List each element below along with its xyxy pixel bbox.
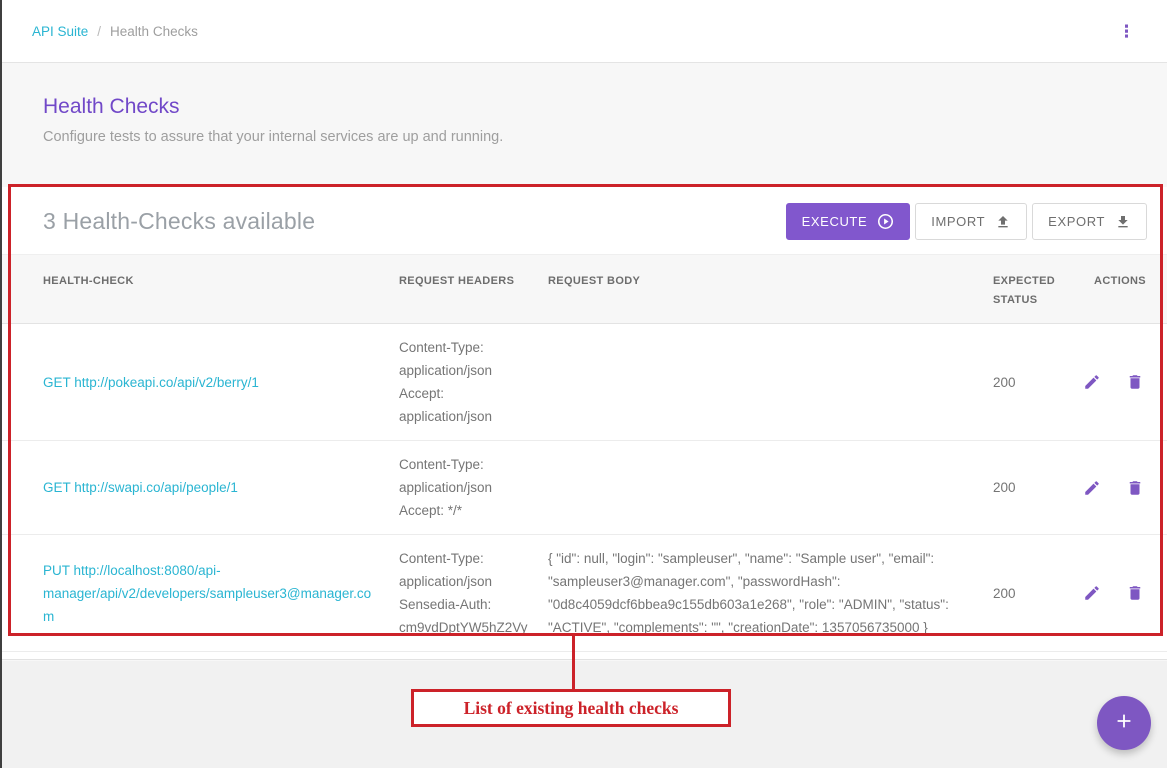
column-header-expected-status: EXPECTED STATUS <box>993 272 1063 310</box>
row-actions <box>1081 584 1167 602</box>
breadcrumb-api-suite[interactable]: API Suite <box>32 24 88 39</box>
play-circle-icon <box>877 213 894 230</box>
request-headers-cell: Content-Type: application/json Accept: a… <box>399 324 548 440</box>
column-header-request-headers: REQUEST HEADERS <box>399 272 548 291</box>
pencil-icon[interactable] <box>1083 373 1101 391</box>
row-actions <box>1081 479 1167 497</box>
expected-status-cell: 200 <box>993 371 1081 394</box>
table-row: GET http://pokeapi.co/api/v2/berry/1 Con… <box>2 324 1167 441</box>
column-header-request-body: REQUEST BODY <box>548 272 993 291</box>
import-button[interactable]: IMPORT <box>915 203 1027 240</box>
trash-icon[interactable] <box>1126 373 1144 391</box>
expected-status-cell: 200 <box>993 582 1081 605</box>
annotation-callout: List of existing health checks <box>411 689 731 727</box>
app-window: API Suite / Health Checks ⋮ Health Check… <box>0 0 1167 768</box>
table-row: GET http://swapi.co/api/people/1 Content… <box>2 441 1167 535</box>
trash-icon[interactable] <box>1126 584 1144 602</box>
table-row: PUT http://localhost:8080/api-manager/ap… <box>2 535 1167 652</box>
annotation-label: List of existing health checks <box>464 698 679 719</box>
export-button[interactable]: EXPORT <box>1032 203 1147 240</box>
health-check-link[interactable]: GET http://pokeapi.co/api/v2/berry/1 <box>43 371 399 394</box>
page-subtitle: Configure tests to assure that your inte… <box>43 129 503 145</box>
page-title: Health Checks <box>43 95 503 119</box>
pencil-icon[interactable] <box>1083 584 1101 602</box>
kebab-menu-icon[interactable]: ⋮ <box>1110 19 1143 44</box>
request-headers-cell: Content-Type: application/json Accept: *… <box>399 441 548 534</box>
breadcrumb-separator: / <box>97 24 101 39</box>
health-check-link[interactable]: PUT http://localhost:8080/api-manager/ap… <box>43 559 399 628</box>
panel-header: 3 Health-Checks available EXECUTE IMPORT… <box>2 187 1167 254</box>
breadcrumb: API Suite / Health Checks <box>32 24 198 39</box>
add-health-check-button[interactable] <box>1097 696 1151 750</box>
top-bar: API Suite / Health Checks ⋮ <box>2 0 1167 63</box>
annotation-connector-line <box>572 636 575 691</box>
page-heading: Health Checks Configure tests to assure … <box>43 95 503 145</box>
panel-actions: EXECUTE IMPORT EXPORT <box>786 203 1147 240</box>
import-button-label: IMPORT <box>931 214 985 229</box>
table-header-row: HEALTH-CHECK REQUEST HEADERS REQUEST BOD… <box>2 254 1167 324</box>
column-header-actions: ACTIONS <box>1081 272 1167 291</box>
pencil-icon[interactable] <box>1083 479 1101 497</box>
export-button-label: EXPORT <box>1048 214 1105 229</box>
request-body-cell <box>548 476 993 500</box>
health-check-link[interactable]: GET http://swapi.co/api/people/1 <box>43 476 399 499</box>
download-icon <box>1115 214 1131 230</box>
trash-icon[interactable] <box>1126 479 1144 497</box>
expected-status-cell: 200 <box>993 476 1081 499</box>
breadcrumb-current: Health Checks <box>110 24 198 39</box>
execute-button[interactable]: EXECUTE <box>786 203 911 240</box>
row-actions <box>1081 373 1167 391</box>
column-header-health-check: HEALTH-CHECK <box>43 272 399 291</box>
upload-icon <box>995 214 1011 230</box>
execute-button-label: EXECUTE <box>802 214 868 229</box>
request-body-cell <box>548 370 993 394</box>
request-body-cell: { "id": null, "login": "sampleuser", "na… <box>548 535 993 651</box>
request-headers-cell: Content-Type: application/json Sensedia-… <box>399 535 548 651</box>
plus-icon <box>1113 710 1135 737</box>
panel-title: 3 Health-Checks available <box>43 208 315 235</box>
health-checks-panel: 3 Health-Checks available EXECUTE IMPORT… <box>2 187 1167 660</box>
